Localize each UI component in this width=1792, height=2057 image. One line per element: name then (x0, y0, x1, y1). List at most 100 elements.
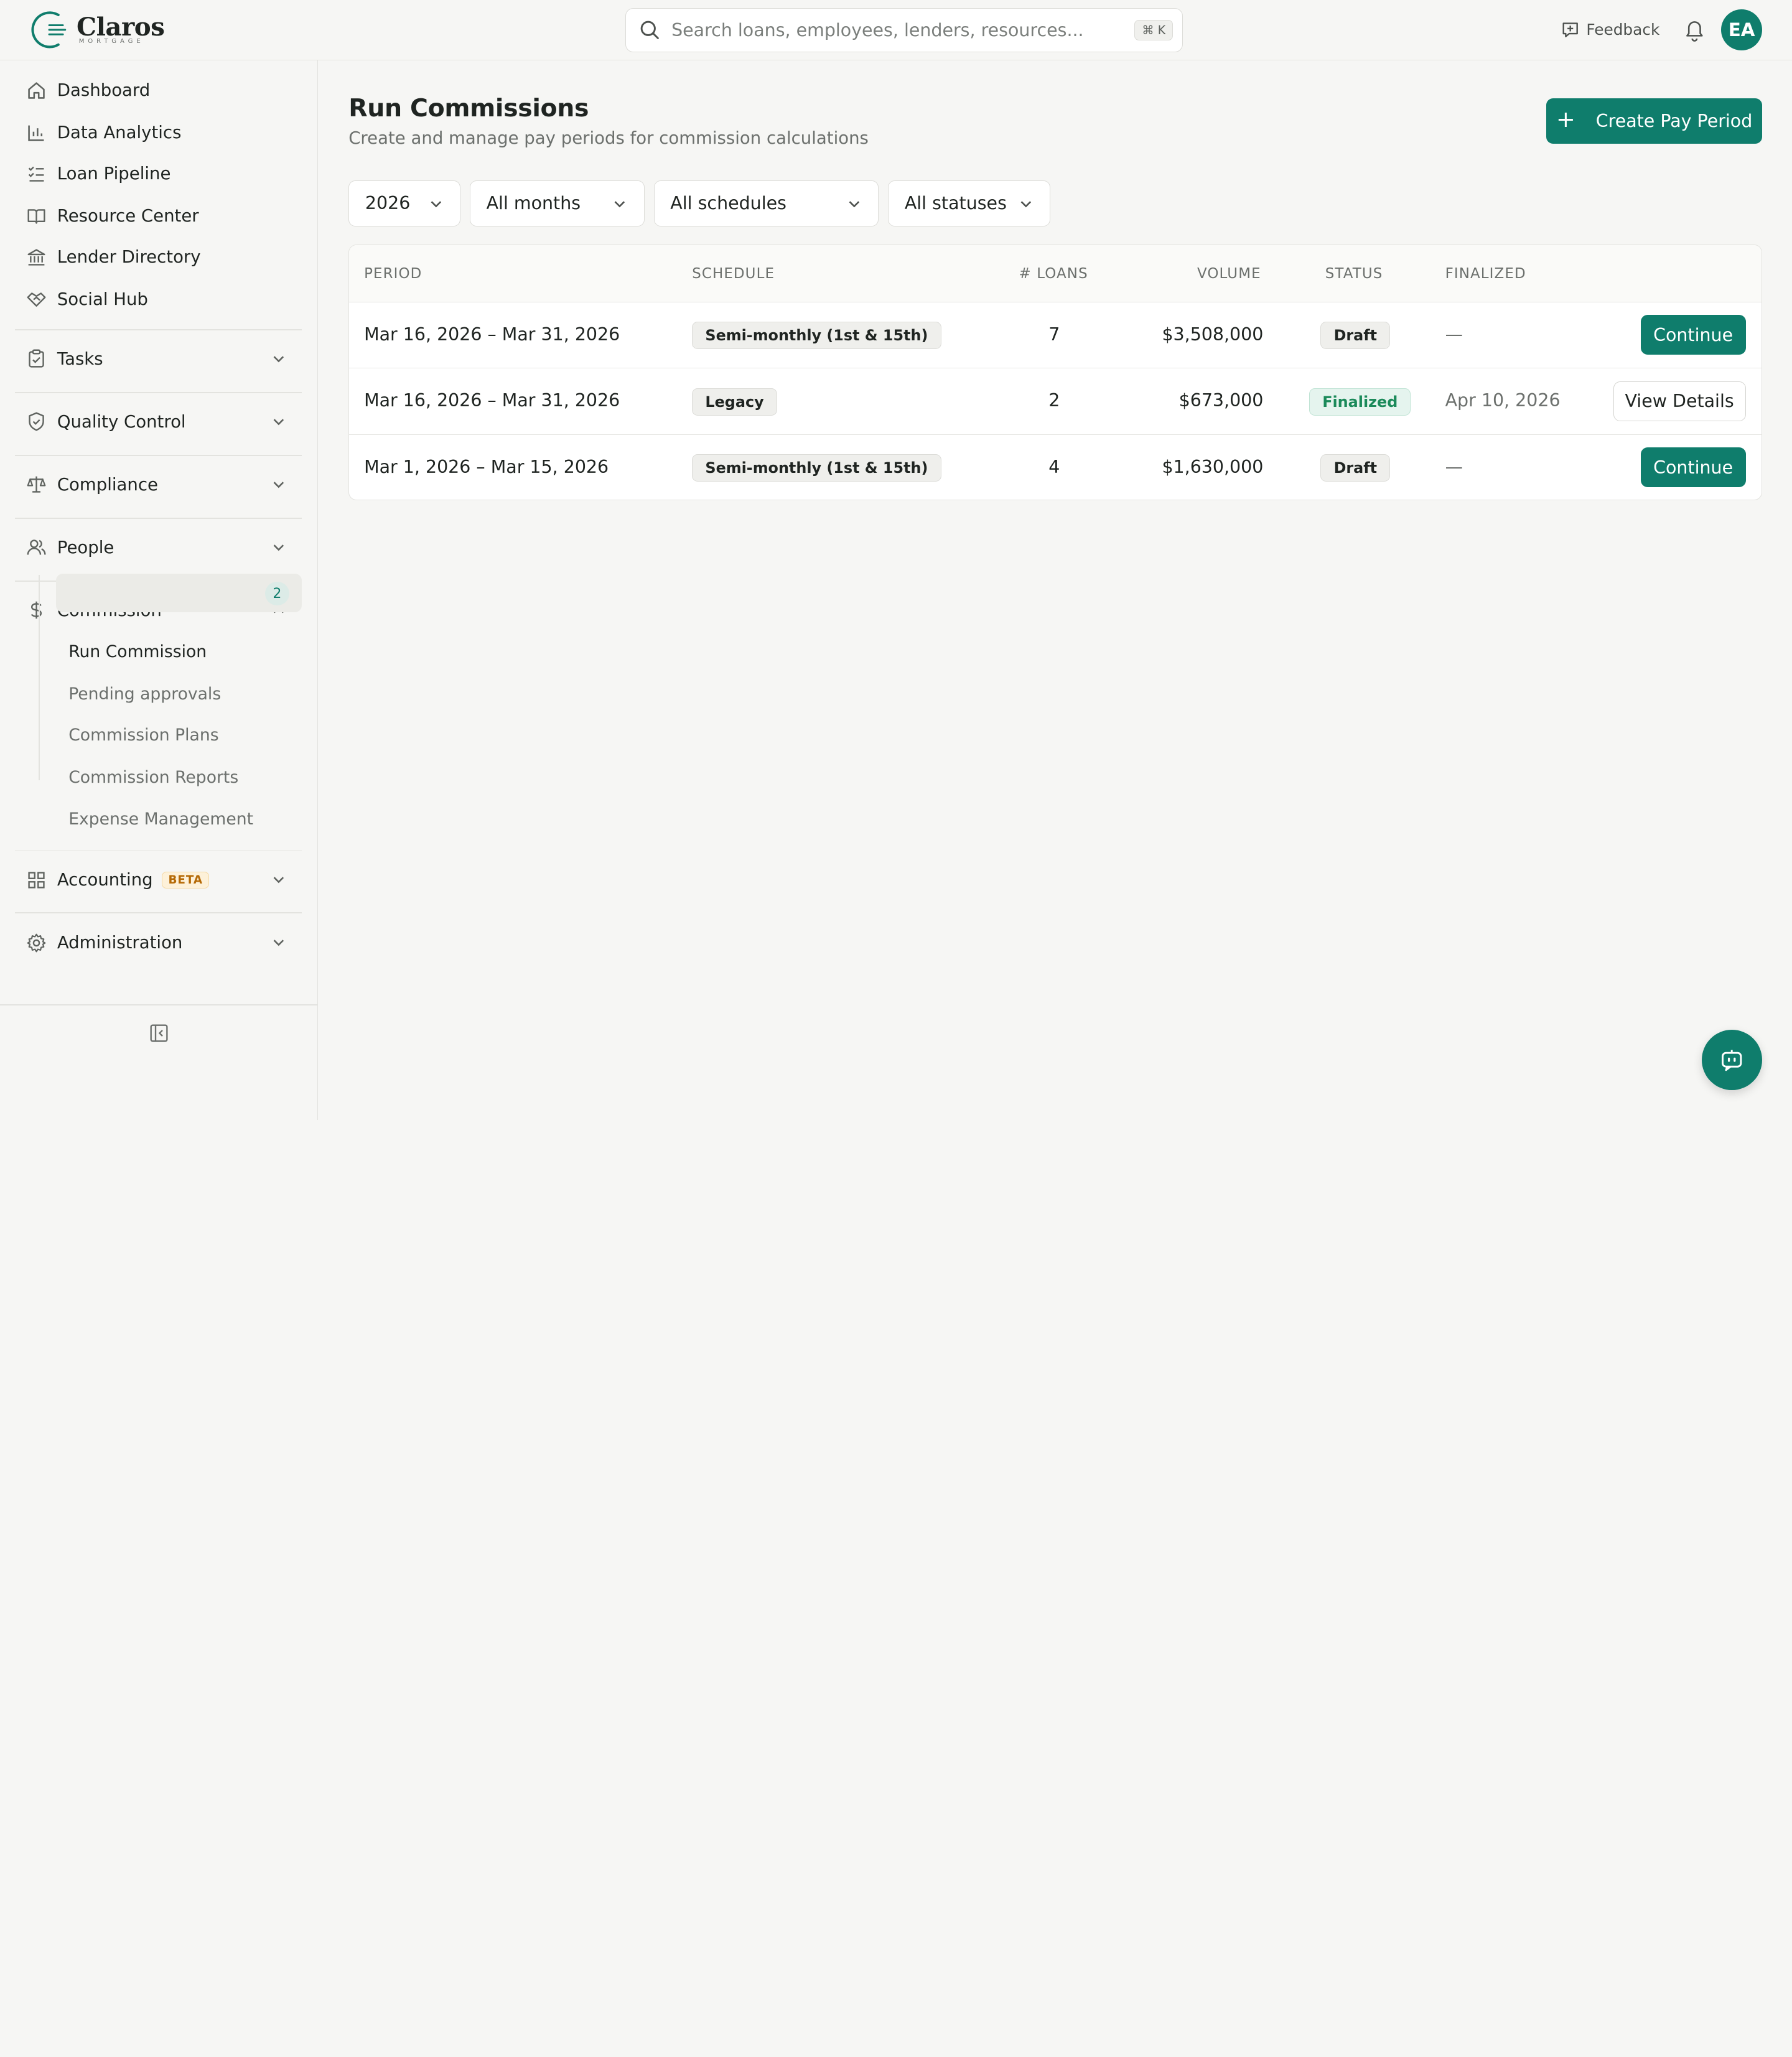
continue-button[interactable]: Continue (1640, 315, 1746, 355)
notifications-bell-icon[interactable] (1683, 17, 1706, 42)
schedule-filter-select[interactable]: All schedules (653, 180, 879, 226)
finalized-cell: — (1445, 324, 1463, 345)
table-row[interactable]: Mar 1, 2026 – Mar 15, 2026 Semi-monthly … (349, 435, 1762, 500)
pay-periods-table: PERIOD SCHEDULE # LOANS VOLUME STATUS FI… (348, 245, 1763, 501)
plus-icon: + (1556, 106, 1575, 133)
view-details-button[interactable]: View Details (1613, 381, 1746, 421)
volume-cell: $3,508,000 (1162, 324, 1264, 345)
sidebar-group-people[interactable]: People (25, 535, 114, 560)
sidebar-group-accounting[interactable]: Accounting BETA (25, 867, 210, 892)
chat-bot-icon (1722, 1050, 1742, 1071)
sidebar-item-loan-pipeline[interactable]: Loan Pipeline (25, 161, 170, 186)
feedback-button[interactable]: Feedback (1561, 17, 1659, 42)
chevron-down-icon (615, 201, 625, 208)
table-row[interactable]: Mar 16, 2026 – Mar 31, 2026 Semi-monthly… (349, 302, 1762, 369)
loans-count-cell: 2 (1048, 390, 1060, 411)
continue-button[interactable]: Continue (1640, 447, 1746, 488)
shield-check-icon (25, 410, 48, 433)
sidebar-group-label: People (57, 537, 114, 557)
chevron-down-icon[interactable] (271, 539, 287, 556)
submenu-item-commission-reports[interactable]: Commission Reports (68, 767, 238, 790)
schedule-filter-value: All schedules (670, 193, 786, 214)
chevron-down-icon[interactable] (271, 414, 287, 430)
collapse-sidebar-icon[interactable] (149, 1023, 169, 1043)
volume-cell: $673,000 (1178, 390, 1264, 411)
create-pay-period-label: Create Pay Period (1595, 111, 1753, 132)
global-search[interactable]: Search loans, employees, lenders, resour… (625, 7, 1183, 53)
submenu-item-run-commission[interactable]: Run Commission (68, 641, 207, 664)
status-filter-select[interactable]: All statuses (888, 180, 1050, 226)
submenu-item-commission-plans[interactable]: Commission Plans (68, 724, 218, 747)
column-header-period[interactable]: PERIOD (364, 266, 422, 282)
page-title: Run Commissions (348, 93, 589, 123)
period-cell: Mar 1, 2026 – Mar 15, 2026 (364, 456, 609, 477)
feedback-icon (1562, 22, 1578, 37)
year-filter-select[interactable]: 2026 (348, 180, 461, 226)
chevron-down-icon[interactable] (271, 872, 287, 888)
sidebar-item-label: Lender Directory (57, 247, 201, 268)
schedule-tag: Legacy (692, 388, 777, 416)
loans-count-cell: 4 (1048, 456, 1060, 477)
grid-icon (25, 869, 48, 892)
chevron-down-icon[interactable] (271, 351, 287, 367)
status-filter-value: All statuses (904, 193, 1007, 214)
sidebar-item-social-hub[interactable]: Social Hub (25, 287, 148, 312)
run-commission-count-badge: 2 (265, 581, 289, 606)
schedule-tag: Semi-monthly (1st & 15th) (692, 322, 941, 350)
sidebar-group-tasks[interactable]: Tasks (25, 347, 103, 371)
sidebar-footer-divider (0, 1004, 318, 1006)
chevron-down-icon (431, 201, 441, 208)
sidebar-item-label: Resource Center (57, 206, 199, 226)
volume-cell: $1,630,000 (1162, 456, 1264, 477)
sidebar-item-resource-center[interactable]: Resource Center (25, 203, 199, 228)
sidebar-divider (14, 518, 302, 519)
sidebar-divider (14, 329, 302, 330)
create-pay-period-button[interactable]: + Create Pay Period (1546, 98, 1763, 144)
user-avatar[interactable]: EA (1721, 9, 1763, 50)
sidebar-item-lender-directory[interactable]: Lender Directory (25, 245, 201, 269)
submenu-item-expense-management[interactable]: Expense Management (68, 808, 253, 831)
period-cell: Mar 16, 2026 – Mar 31, 2026 (364, 324, 620, 345)
column-header-loans[interactable]: # LOANS (1019, 266, 1088, 282)
checklist-icon (25, 162, 48, 185)
column-header-status[interactable]: STATUS (1325, 266, 1383, 282)
column-header-finalized[interactable]: FINALIZED (1445, 266, 1526, 282)
sidebar-group-quality-control[interactable]: Quality Control (25, 409, 186, 434)
sidebar-divider (14, 850, 302, 852)
gear-icon (25, 931, 48, 954)
sidebar-group-compliance[interactable]: Compliance (25, 472, 158, 497)
chevron-down-icon[interactable] (271, 935, 287, 951)
sidebar-group-label: Compliance (57, 474, 158, 495)
status-badge: Draft (1320, 322, 1391, 350)
top-bar: Claros MORTGAGE Search loans, employees,… (0, 0, 1792, 61)
month-filter-select[interactable]: All months (469, 180, 645, 226)
sidebar-group-label: Quality Control (57, 411, 186, 432)
chevron-down-icon (849, 201, 860, 208)
sidebar-group-label: Accounting (57, 870, 153, 890)
sidebar-item-label: Loan Pipeline (57, 164, 171, 184)
sidebar-group-label: Administration (57, 933, 183, 953)
column-header-volume[interactable]: VOLUME (1197, 266, 1261, 282)
column-header-schedule[interactable]: SCHEDULE (692, 266, 775, 282)
search-icon (640, 21, 659, 39)
sidebar-item-dashboard[interactable]: Dashboard (25, 78, 150, 103)
table-row[interactable]: Mar 16, 2026 – Mar 31, 2026 Legacy 2 $67… (349, 368, 1762, 435)
chevron-down-icon[interactable] (271, 477, 287, 493)
chevron-down-icon (1020, 201, 1031, 208)
brand-logo[interactable]: Claros MORTGAGE (29, 8, 165, 52)
dollar-icon (25, 599, 48, 622)
submenu-item-pending-approvals[interactable]: Pending approvals (68, 683, 221, 706)
search-shortcut: ⌘ K (1134, 20, 1174, 40)
sidebar-item-data-analytics[interactable]: Data Analytics (25, 120, 181, 145)
feedback-label: Feedback (1586, 21, 1660, 39)
loans-count-cell: 7 (1048, 324, 1060, 345)
sidebar-divider (14, 912, 302, 913)
home-icon (25, 79, 48, 102)
beta-badge: BETA (162, 871, 210, 889)
sidebar-item-label: Data Analytics (57, 123, 182, 143)
sidebar-group-administration[interactable]: Administration (25, 930, 182, 955)
assistant-chat-button[interactable] (1701, 1029, 1763, 1091)
sidebar-divider (14, 455, 302, 456)
brand-name: Claros (77, 12, 165, 42)
search-input[interactable]: Search loans, employees, lenders, resour… (671, 20, 1134, 40)
